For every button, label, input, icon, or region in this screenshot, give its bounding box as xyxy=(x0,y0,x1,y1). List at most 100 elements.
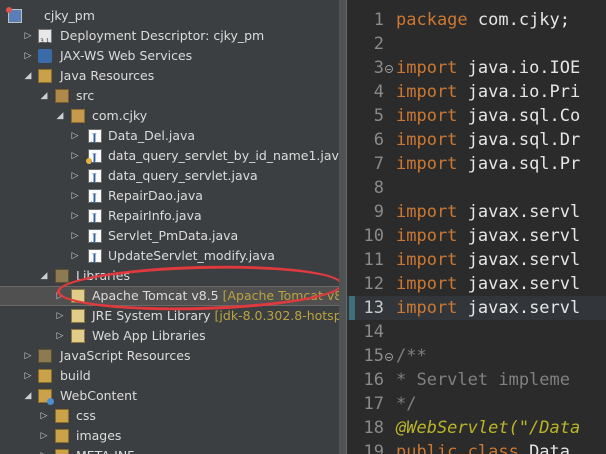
keyword: import xyxy=(396,154,458,174)
tree-item-label: META-INF xyxy=(76,446,134,454)
tree-item-jaxws[interactable]: ▷ JAX-WS Web Services xyxy=(0,46,339,66)
annotation-text: @WebServlet("/Data xyxy=(396,418,581,438)
web-services-icon xyxy=(38,49,52,63)
java-file-icon xyxy=(88,229,102,249)
code-text: javax.servl xyxy=(457,202,581,222)
tree-item-detail: [Apache Tomcat v8.5] xyxy=(222,288,339,303)
tree-item-java-file[interactable]: ▷ data_query_servlet_by_id_name1.java xyxy=(0,146,339,169)
collapse-arrow-icon[interactable]: ◢ xyxy=(55,106,65,126)
expand-arrow-icon[interactable]: ▷ xyxy=(55,287,65,305)
tree-item-label: data_query_servlet_by_id_name1.java xyxy=(108,148,339,163)
code-line: 12 import javax.servl xyxy=(347,272,606,296)
expand-arrow-icon[interactable]: ▷ xyxy=(55,306,65,326)
tree-item-java-file[interactable]: ▷ Data_Del.java xyxy=(0,126,339,149)
line-number: 18 xyxy=(363,418,384,438)
code-text: java.io.IOE xyxy=(457,58,581,78)
java-file-icon xyxy=(88,129,102,149)
expand-arrow-icon[interactable]: ▷ xyxy=(70,126,80,146)
tree-item-java-file[interactable]: ▷ UpdateServlet_modify.java xyxy=(0,246,339,269)
tree-item-label: Java Resources xyxy=(60,68,155,83)
expand-arrow-icon[interactable]: ▷ xyxy=(70,166,80,186)
code-line: 7 import java.sql.Pr xyxy=(347,152,606,176)
comment-text: /** xyxy=(396,346,427,366)
tree-item-project[interactable]: cjky_pm xyxy=(0,6,339,26)
expand-arrow-icon[interactable]: ▷ xyxy=(70,186,80,206)
web-app-library-icon xyxy=(71,329,85,343)
tree-item-build[interactable]: ▷ build xyxy=(0,366,339,386)
expand-arrow-icon[interactable]: ▷ xyxy=(23,26,33,46)
tree-item-images[interactable]: ▷ images xyxy=(0,426,339,446)
tree-item-label: Apache Tomcat v8.5 xyxy=(92,288,219,303)
line-number: 7 xyxy=(373,154,384,174)
tree-item-javascript-resources[interactable]: ▷ JavaScript Resources xyxy=(0,346,339,366)
comment-text: * Servlet impleme xyxy=(396,370,570,390)
tree-item-css[interactable]: ▷ css xyxy=(0,406,339,426)
code-line: 17 */ xyxy=(347,392,606,416)
expand-arrow-icon[interactable]: ▷ xyxy=(23,366,33,386)
tree-item-java-file[interactable]: ▷ data_query_servlet.java xyxy=(0,166,339,189)
tree-item-deployment-descriptor[interactable]: ▷ Deployment Descriptor: cjky_pm xyxy=(0,26,339,52)
collapse-arrow-icon[interactable]: ◢ xyxy=(23,386,33,406)
expand-arrow-icon[interactable]: ▷ xyxy=(39,426,49,446)
fold-marker-icon[interactable] xyxy=(385,65,393,73)
keyword: import xyxy=(396,106,458,126)
expand-arrow-icon[interactable]: ▷ xyxy=(70,246,80,266)
collapse-arrow-icon[interactable]: ◢ xyxy=(39,266,49,286)
tree-item-package[interactable]: ◢ com.cjky xyxy=(0,106,339,126)
keyword: import xyxy=(396,226,458,246)
tree-item-java-file[interactable]: ▷ Servlet_PmData.java xyxy=(0,226,339,249)
tree-item-java-file[interactable]: ▷ RepairInfo.java xyxy=(0,206,339,229)
code-text: java.sql.Pr xyxy=(457,154,581,174)
code-text: Data_ xyxy=(518,442,581,454)
tree-item-meta-inf[interactable]: ▷ META-INF xyxy=(0,446,339,454)
expand-arrow-icon[interactable]: ▷ xyxy=(23,46,33,66)
collapse-arrow-icon[interactable]: ◢ xyxy=(39,86,49,106)
line-number: 4 xyxy=(373,82,384,102)
line-number: 8 xyxy=(373,178,384,198)
expand-arrow-icon[interactable]: ▷ xyxy=(55,326,65,346)
tree-item-webcontent[interactable]: ◢ WebContent xyxy=(0,386,339,406)
comment-text: */ xyxy=(396,394,417,414)
expand-arrow-icon[interactable]: ▷ xyxy=(39,446,49,454)
tree-item-label: images xyxy=(76,428,122,443)
expand-arrow-icon[interactable]: ▷ xyxy=(23,346,33,366)
fold-marker-icon[interactable] xyxy=(385,353,393,361)
code-text: java.sql.Dr xyxy=(457,130,581,150)
code-line: 14 xyxy=(347,320,606,344)
tree-item-label: JAX-WS Web Services xyxy=(60,48,193,63)
keyword: import xyxy=(396,298,458,318)
libraries-icon xyxy=(55,269,69,283)
line-number: 10 xyxy=(363,226,384,246)
collapse-arrow-icon[interactable]: ◢ xyxy=(23,66,33,86)
source-folder-icon xyxy=(55,89,69,103)
line-number: 3 xyxy=(373,58,384,78)
line-number: 11 xyxy=(363,250,384,270)
expand-arrow-icon[interactable]: ▷ xyxy=(70,206,80,226)
expand-arrow-icon[interactable]: ▷ xyxy=(39,406,49,426)
line-number: 14 xyxy=(363,322,384,342)
expand-arrow-icon[interactable]: ▷ xyxy=(70,146,80,166)
web-content-folder-icon xyxy=(38,389,54,405)
tree-item-web-app-libraries[interactable]: ▷ Web App Libraries xyxy=(0,326,339,346)
tree-item-label: data_query_servlet.java xyxy=(108,168,258,183)
code-line: 3 import java.io.IOE xyxy=(347,56,606,80)
keyword: import xyxy=(396,130,458,150)
code-text: com.cjky; xyxy=(467,10,571,30)
tree-item-label: JRE System Library xyxy=(92,308,211,323)
tree-item-libraries[interactable]: ◢ Libraries xyxy=(0,266,339,286)
code-line: 19 public class Data_ xyxy=(347,440,606,454)
tree-item-label: css xyxy=(76,408,96,423)
tree-item-jre-library[interactable]: ▷ JRE System Library [jdk-8.0.302.8-hots… xyxy=(0,306,339,326)
expand-arrow-icon[interactable]: ▷ xyxy=(70,226,80,246)
line-number: 12 xyxy=(363,274,384,294)
pane-splitter[interactable] xyxy=(339,0,346,454)
java-file-icon xyxy=(88,189,102,209)
tree-item-java-resources[interactable]: ◢ Java Resources xyxy=(0,66,339,86)
code-editor[interactable]: 1 package com.cjky; 2 3 import java.io.IOE… xyxy=(346,0,606,454)
code-text: javax.servl xyxy=(457,250,581,270)
line-number: 2 xyxy=(373,34,384,54)
tree-item-tomcat-library[interactable]: ▷ Apache Tomcat v8.5 [Apache Tomcat v8.5… xyxy=(0,286,339,306)
line-number: 17 xyxy=(363,394,384,414)
tree-item-java-file[interactable]: ▷ RepairDao.java xyxy=(0,186,339,209)
tree-item-src[interactable]: ◢ src xyxy=(0,86,339,106)
